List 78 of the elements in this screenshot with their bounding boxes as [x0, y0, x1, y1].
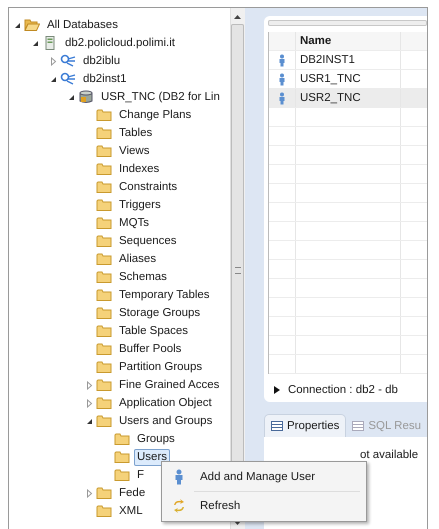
folder-icon: [96, 360, 112, 374]
instance-icon: [60, 54, 76, 68]
folder-icon: [96, 126, 112, 140]
person-icon: [278, 92, 286, 104]
refresh-icon: [172, 499, 186, 513]
folder-icon: [96, 486, 112, 500]
tree-item[interactable]: Tables: [116, 124, 156, 142]
tree-item[interactable]: db2.policloud.polimi.it: [62, 34, 178, 52]
menu-item[interactable]: Add and Manage User: [164, 464, 364, 490]
folder-icon: [96, 414, 112, 428]
expanded-arrow-icon[interactable]: [85, 416, 94, 426]
expanded-arrow-icon[interactable]: [49, 74, 58, 84]
table-icon: [352, 420, 364, 430]
folder-icon: [114, 432, 130, 446]
user-name: USR1_TNC: [300, 73, 361, 85]
folder-icon: [96, 162, 112, 176]
database-icon: [78, 90, 94, 104]
tree-item[interactable]: XML: [116, 502, 146, 520]
folder-icon: [96, 342, 112, 356]
folder-icon: [96, 144, 112, 158]
tab[interactable]: Properties: [264, 414, 346, 437]
table-icon: [270, 421, 283, 431]
tree-item[interactable]: Fede: [116, 484, 148, 502]
tree-item[interactable]: Application Object: [116, 394, 215, 412]
folder-icon: [96, 504, 112, 518]
folder-icon: [114, 450, 130, 464]
folder-icon: [96, 288, 112, 302]
folder-icon: [96, 306, 112, 320]
user-name: DB2INST1: [300, 54, 355, 66]
expanded-arrow-icon[interactable]: [67, 92, 76, 102]
tree-item[interactable]: Users and Groups: [116, 412, 216, 430]
expanded-arrow-icon[interactable]: [31, 38, 40, 48]
scroll-up-arrow-icon[interactable]: [233, 14, 242, 20]
tree-item[interactable]: Buffer Pools: [116, 340, 184, 358]
user-row[interactable]: USR2_TNC: [268, 89, 427, 108]
tree-item[interactable]: Sequences: [116, 232, 180, 250]
tree-item[interactable]: Schemas: [116, 268, 170, 286]
folder-icon: [96, 252, 112, 266]
folder-icon: [96, 324, 112, 338]
connection-label: Connection : db2 - db: [288, 384, 398, 396]
tree-item[interactable]: Users: [134, 448, 170, 466]
tree-item[interactable]: Groups: [134, 430, 178, 448]
tree-item[interactable]: Table Spaces: [116, 322, 192, 340]
tree-item[interactable]: db2iblu: [80, 52, 124, 70]
tree-item[interactable]: Change Plans: [116, 106, 194, 124]
expanded-arrow-icon[interactable]: [13, 20, 22, 30]
tree-item[interactable]: Fine Grained Acces: [116, 376, 222, 394]
folder-icon: [96, 216, 112, 230]
user-name: USR2_TNC: [300, 92, 361, 104]
folder-icon: [96, 108, 112, 122]
folder-icon: [96, 198, 112, 212]
tree-item[interactable]: All Databases: [44, 16, 121, 34]
collapsed-arrow-icon[interactable]: [274, 386, 280, 394]
folder-icon: [96, 180, 112, 194]
tree-item[interactable]: F: [134, 466, 148, 484]
instance-icon: [60, 72, 76, 86]
folder-icon: [96, 396, 112, 410]
properties-message: ot available: [360, 449, 418, 461]
folder-icon: [96, 270, 112, 284]
tree-item[interactable]: Temporary Tables: [116, 286, 213, 304]
person-icon: [278, 72, 286, 86]
user-row[interactable]: DB2INST1: [268, 51, 427, 70]
tree-item[interactable]: Triggers: [116, 196, 164, 214]
tree-item[interactable]: Partition Groups: [116, 358, 206, 376]
tree-item[interactable]: Indexes: [116, 160, 162, 178]
tree-item[interactable]: MQTs: [116, 214, 152, 232]
folder-icon: [114, 468, 130, 482]
tree-item[interactable]: Constraints: [116, 178, 180, 196]
tree-item[interactable]: USR_TNC (DB2 for Lin: [98, 88, 223, 106]
folder-icon: [96, 378, 112, 392]
person-icon: [278, 54, 286, 66]
open-folder-icon: [24, 18, 40, 32]
tree-item[interactable]: db2inst1: [80, 70, 130, 88]
tree-item[interactable]: Aliases: [116, 250, 160, 268]
menu-item[interactable]: Refresh: [164, 493, 364, 519]
tree-item[interactable]: Storage Groups: [116, 304, 204, 322]
folder-icon: [96, 234, 112, 248]
tree-item[interactable]: Views: [116, 142, 152, 160]
